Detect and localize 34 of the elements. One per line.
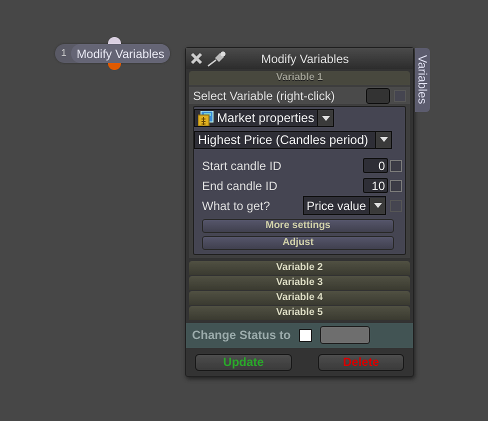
node-label: Modify Variables — [70, 44, 170, 63]
caret-icon — [374, 203, 382, 208]
settings-button[interactable]: Adjust — [202, 236, 394, 250]
field-label: What to get? — [202, 198, 272, 212]
settings-button[interactable]: More settings — [202, 218, 394, 232]
source-dropdown[interactable]: Market properties — [194, 109, 334, 127]
variable-header[interactable]: Variable 2 — [189, 260, 410, 274]
dropdown[interactable]: Price value — [302, 196, 386, 215]
select-variable-label: Select Variable (right-click) — [193, 88, 336, 102]
status-field[interactable] — [320, 326, 370, 344]
checkbox[interactable] — [390, 160, 402, 172]
workflow-node[interactable]: 1 Modify Variables — [55, 44, 170, 63]
variable-slot[interactable] — [366, 88, 390, 104]
money-icon — [198, 110, 214, 126]
property-dropdown[interactable]: Highest Price (Candles period) — [194, 130, 392, 148]
pin-icon[interactable] — [207, 50, 227, 66]
node-number: 1 — [60, 48, 68, 59]
number-field[interactable]: 0 — [363, 158, 388, 173]
variable-header[interactable]: Variable 3 — [189, 276, 410, 290]
change-status-label: Change Status to — [192, 328, 291, 342]
output-port[interactable] — [108, 63, 121, 70]
number-field[interactable]: 10 — [363, 178, 388, 193]
caret-icon — [322, 116, 330, 120]
caret-icon — [380, 137, 388, 142]
variable-header[interactable]: Variable 4 — [189, 290, 410, 304]
close-icon[interactable] — [190, 52, 203, 65]
window-title: Modify Variables — [260, 52, 350, 66]
checkbox[interactable] — [298, 328, 312, 342]
checkbox[interactable] — [390, 180, 402, 192]
side-tab[interactable]: Variables — [415, 48, 430, 112]
variable-header[interactable]: Variable 5 — [189, 306, 410, 320]
field-label: End candle ID — [202, 178, 278, 192]
input-port[interactable] — [108, 37, 121, 44]
field-label: Start candle ID — [202, 158, 282, 172]
